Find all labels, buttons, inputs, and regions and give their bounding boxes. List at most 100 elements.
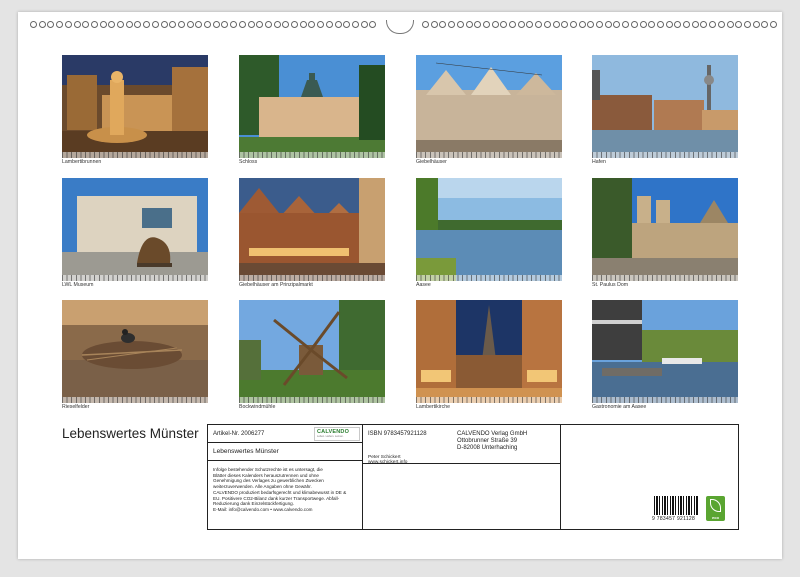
binding-hole xyxy=(369,21,377,28)
calendar-title: Lebenswertes Münster xyxy=(62,426,199,441)
binding-hole xyxy=(465,21,473,28)
mini-calendar-strip xyxy=(239,397,385,403)
photo-tile: Schloss xyxy=(239,55,385,166)
legal-line: E-Mail: info@calvendo.com • www.calvendo… xyxy=(213,506,313,512)
binding-hole xyxy=(448,21,456,28)
binding-hole xyxy=(683,21,690,28)
binding-hole xyxy=(526,21,534,28)
binding-hole xyxy=(212,21,220,28)
binding-hole xyxy=(160,21,168,28)
photo-image xyxy=(592,55,738,158)
binding-hole xyxy=(752,21,760,28)
binding-hole xyxy=(569,21,577,28)
mini-calendar-strip xyxy=(239,152,385,158)
binding-hole xyxy=(82,21,90,28)
photo-tile: Aasee xyxy=(416,178,562,289)
binding-hole xyxy=(604,21,612,28)
photo-tile: Giebelhäuser am Prinzipalmarkt xyxy=(239,178,385,289)
eco-badge: eco xyxy=(706,496,725,521)
isbn: ISBN 9783457921128 xyxy=(368,431,427,437)
binding-hole xyxy=(439,21,447,28)
binding-hole xyxy=(56,21,64,28)
eco-label: eco xyxy=(712,515,719,520)
binding-hole xyxy=(317,21,325,28)
photo-caption: Rieselfelder xyxy=(62,404,90,410)
photo-image xyxy=(592,300,738,403)
binding-hole xyxy=(125,21,133,28)
legal-line: CALVENDO produziert bedarfsgerecht und k… xyxy=(213,489,347,495)
binding-hole xyxy=(622,21,630,28)
binding-hole xyxy=(735,21,743,28)
binding-hole xyxy=(613,21,621,28)
binding-hole xyxy=(30,21,37,28)
binding-hole xyxy=(630,21,638,28)
binding-hole xyxy=(64,21,72,28)
photo-caption: Bockwindmühle xyxy=(239,404,276,410)
info-divider xyxy=(560,425,561,529)
binding-hole xyxy=(360,21,368,28)
binding-hole xyxy=(596,21,603,28)
info-divider xyxy=(208,460,362,461)
binding-hole xyxy=(743,21,751,28)
author-url[interactable]: www.schickert.info xyxy=(368,460,407,467)
binding-hole xyxy=(561,21,569,28)
binding-hole xyxy=(325,21,333,28)
logo-tagline: Leben. Lieben. Lernen. xyxy=(317,435,344,438)
binding-hole xyxy=(230,21,238,28)
binding-hole xyxy=(674,21,682,28)
binding-hole xyxy=(308,21,316,28)
leaf-icon xyxy=(710,499,721,512)
photo-caption: St. Paulus Dom xyxy=(592,282,629,288)
photo-image xyxy=(416,300,562,403)
binding-hole xyxy=(195,21,203,28)
photo-image xyxy=(416,55,562,158)
binding-hole xyxy=(665,21,673,28)
binding-hole xyxy=(47,21,55,28)
photo-caption: Lambertibrunnen xyxy=(62,159,102,165)
photo-image xyxy=(239,55,385,158)
publisher-line: CALVENDO Verlag GmbH xyxy=(457,431,528,437)
binding-hole xyxy=(273,21,281,28)
binding-hole xyxy=(500,21,508,28)
photo-caption: Hafen xyxy=(592,159,606,165)
photo-image xyxy=(62,178,208,281)
legal-notice: Infolge bestehender Schutzrechte ist es … xyxy=(213,467,361,513)
info-divider xyxy=(362,425,363,529)
binding-hole xyxy=(482,21,490,28)
photo-caption: Giebelhäuser xyxy=(416,159,447,165)
binding-hole xyxy=(143,21,151,28)
photo-caption: Schloss xyxy=(239,159,258,165)
photo-caption: Aasee xyxy=(416,282,431,288)
binding-hole xyxy=(517,21,525,28)
photo-tile: Gastronomie am Aasee xyxy=(592,300,738,411)
mini-calendar-strip xyxy=(416,275,562,281)
barcode-number: 9 783457 921128 xyxy=(652,516,696,522)
photo-image xyxy=(592,178,738,281)
binding-hole xyxy=(334,21,342,28)
photo-image xyxy=(62,55,208,158)
photo-image xyxy=(239,300,385,403)
binding-hole xyxy=(491,21,499,28)
binding-hole xyxy=(430,21,438,28)
binding-hole xyxy=(247,21,255,28)
photo-caption: Lambertikirche xyxy=(416,404,451,410)
photo-caption: LWL Museum xyxy=(62,282,94,288)
mini-calendar-strip xyxy=(592,152,738,158)
binding-hole xyxy=(90,21,98,28)
binding-hole xyxy=(726,21,734,28)
binding-hole xyxy=(151,21,159,28)
binding-hole xyxy=(256,21,264,28)
mini-calendar-strip xyxy=(62,397,208,403)
binding-hole xyxy=(177,21,185,28)
photo-caption: Giebelhäuser am Prinzipalmarkt xyxy=(239,282,313,288)
binding-hole xyxy=(108,21,116,28)
photo-tile: Rieselfelder xyxy=(62,300,208,411)
publisher-line: D-82008 Unterhaching xyxy=(457,445,518,452)
binding-hole xyxy=(343,21,351,28)
binding-hole xyxy=(700,21,708,28)
binding-hole xyxy=(73,21,81,28)
binding-hole xyxy=(38,21,46,28)
photo-image xyxy=(239,178,385,281)
binding-hole xyxy=(761,21,769,28)
binding-hole xyxy=(291,21,298,28)
